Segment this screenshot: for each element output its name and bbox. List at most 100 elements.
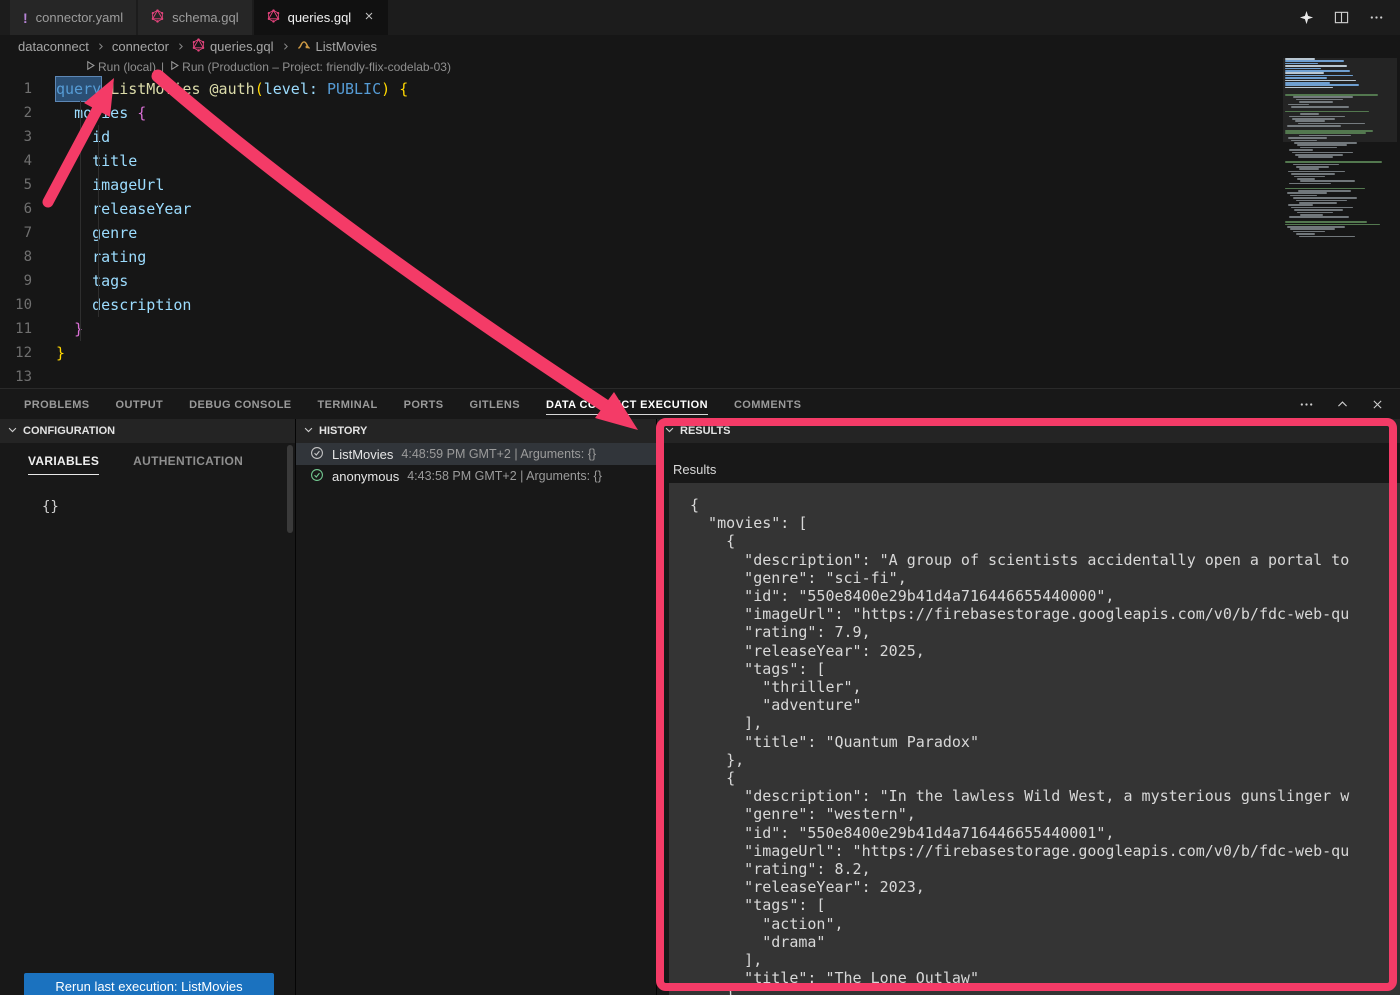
results-json-viewer[interactable]: { "movies": [ { "description": "A group … — [669, 483, 1400, 995]
panel-tab-gitlens[interactable]: GITLENS — [469, 391, 519, 418]
tab-label: connector.yaml — [36, 10, 123, 25]
panel-tab-data-connect-execution[interactable]: DATA CONNECT EXECUTION — [546, 391, 708, 418]
rerun-last-execution-button[interactable]: Rerun last execution: ListMovies — [24, 973, 274, 995]
code-token — [56, 101, 74, 125]
minimap-line — [1289, 149, 1313, 151]
panel-tab-output[interactable]: OUTPUT — [116, 391, 164, 418]
history-entry-name: anonymous — [332, 469, 399, 484]
code-editor[interactable]: Run (local) | Run (Production – Project:… — [0, 57, 1400, 388]
run-local-link[interactable]: Run (local) — [85, 60, 156, 74]
minimap[interactable] — [1283, 58, 1397, 378]
code-token — [201, 77, 210, 101]
history-row-ListMovies[interactable]: ListMovies4:48:59 PM GMT+2 | Arguments: … — [296, 443, 656, 465]
history-header[interactable]: HISTORY — [296, 419, 656, 443]
code-token — [56, 269, 92, 293]
close-icon[interactable] — [1371, 398, 1384, 411]
code-token — [56, 221, 92, 245]
code-token: } — [74, 317, 83, 341]
breadcrumb-item-connector[interactable]: connector — [112, 39, 169, 54]
code-line: 13 — [0, 365, 1270, 388]
code-token — [56, 173, 92, 197]
breadcrumb-item-ListMovies[interactable]: ListMovies — [297, 38, 377, 55]
configuration-tabs: VARIABLES AUTHENTICATION — [0, 443, 295, 475]
minimap-line — [1285, 72, 1324, 74]
code-lines: 1query ListMovies @auth(level: PUBLIC) {… — [0, 77, 1270, 388]
line-number: 6 — [0, 197, 56, 221]
tab-label: queries.gql — [288, 10, 352, 25]
minimap-line — [1289, 216, 1349, 218]
minimap-line — [1296, 233, 1315, 235]
variables-editor[interactable]: {} — [42, 499, 295, 515]
panel-tab-bar: PROBLEMS OUTPUT DEBUG CONSOLE TERMINAL PORTS… — [0, 389, 1400, 419]
breadcrumb-label: dataconnect — [18, 39, 89, 54]
minimap-line — [1291, 106, 1349, 108]
check-circle-icon — [310, 446, 324, 463]
chevron-down-icon — [7, 424, 18, 438]
code-token: imageUrl — [92, 173, 164, 197]
minimap-line — [1285, 65, 1347, 67]
sparkle-icon[interactable] — [1299, 10, 1314, 25]
scrollbar[interactable] — [287, 445, 293, 533]
code-token: level: — [264, 77, 318, 101]
panel-body: CONFIGURATION VARIABLES AUTHENTICATION {}… — [0, 419, 1400, 995]
file-icon-graphql — [151, 9, 164, 26]
line-number: 9 — [0, 269, 56, 293]
breadcrumb-item-queries.gql[interactable]: queries.gql — [192, 38, 274, 55]
code-token — [318, 77, 327, 101]
code-token — [390, 77, 399, 101]
minimap-line — [1288, 137, 1327, 139]
split-editor-icon[interactable] — [1334, 10, 1349, 25]
code-line: 10 description — [0, 293, 1270, 317]
code-token: id — [92, 125, 110, 149]
chevron-down-icon — [303, 424, 314, 438]
code-line: 7 genre — [0, 221, 1270, 245]
code-token: PUBLIC — [327, 77, 381, 101]
config-tab-authentication[interactable]: AUTHENTICATION — [133, 454, 243, 475]
code-line: 8 rating — [0, 245, 1270, 269]
panel-tab-debug-console[interactable]: DEBUG CONSOLE — [189, 391, 291, 418]
code-line: 3 id — [0, 125, 1270, 149]
panel-tab-comments[interactable]: COMMENTS — [734, 391, 801, 418]
code-token: ( — [255, 77, 264, 101]
configuration-header[interactable]: CONFIGURATION — [0, 419, 295, 443]
code-token — [101, 77, 110, 101]
panel-actions — [1299, 397, 1400, 412]
code-line: 4 title — [0, 149, 1270, 173]
line-number: 1 — [0, 77, 56, 101]
breadcrumb-item-dataconnect[interactable]: dataconnect — [18, 39, 89, 54]
config-tab-variables[interactable]: VARIABLES — [28, 454, 99, 475]
code-token: ListMovies — [110, 77, 200, 101]
results-header[interactable]: RESULTS — [657, 419, 1400, 443]
codelens-divider: | — [161, 60, 164, 74]
run-production-link[interactable]: Run (Production – Project: friendly-flix… — [169, 60, 451, 74]
chevron-down-icon — [664, 424, 675, 438]
code-token: @auth — [210, 77, 255, 101]
play-icon — [85, 60, 96, 74]
minimap-line — [1291, 173, 1335, 175]
file-icon-graphql — [267, 9, 280, 26]
panel-tab-problems[interactable]: PROBLEMS — [24, 391, 90, 418]
code-token: description — [92, 293, 191, 317]
tab-queries.gql[interactable]: queries.gql — [254, 0, 389, 35]
breadcrumb-label: connector — [112, 39, 169, 54]
minimap-line — [1300, 180, 1355, 182]
minimap-line — [1285, 77, 1327, 79]
tab-connector.yaml[interactable]: !connector.yaml — [10, 0, 136, 35]
minimap-line — [1298, 156, 1333, 158]
more-icon[interactable] — [1369, 10, 1384, 25]
close-icon[interactable] — [363, 10, 375, 25]
more-icon[interactable] — [1299, 397, 1314, 412]
minimap-line — [1299, 101, 1333, 103]
history-row-anonymous[interactable]: anonymous4:43:58 PM GMT+2 | Arguments: {… — [296, 465, 656, 487]
minimap-line — [1295, 120, 1325, 122]
code-token: { — [399, 77, 408, 101]
panel-tab-ports[interactable]: PORTS — [404, 391, 444, 418]
code-token: releaseYear — [92, 197, 191, 221]
graphql-icon — [192, 38, 205, 55]
code-token — [128, 101, 137, 125]
tab-schema.gql[interactable]: schema.gql — [138, 0, 251, 35]
maximize-icon[interactable] — [1336, 398, 1349, 411]
panel-tab-terminal[interactable]: TERMINAL — [318, 391, 378, 418]
minimap-line — [1300, 113, 1319, 115]
play-icon — [169, 60, 180, 74]
